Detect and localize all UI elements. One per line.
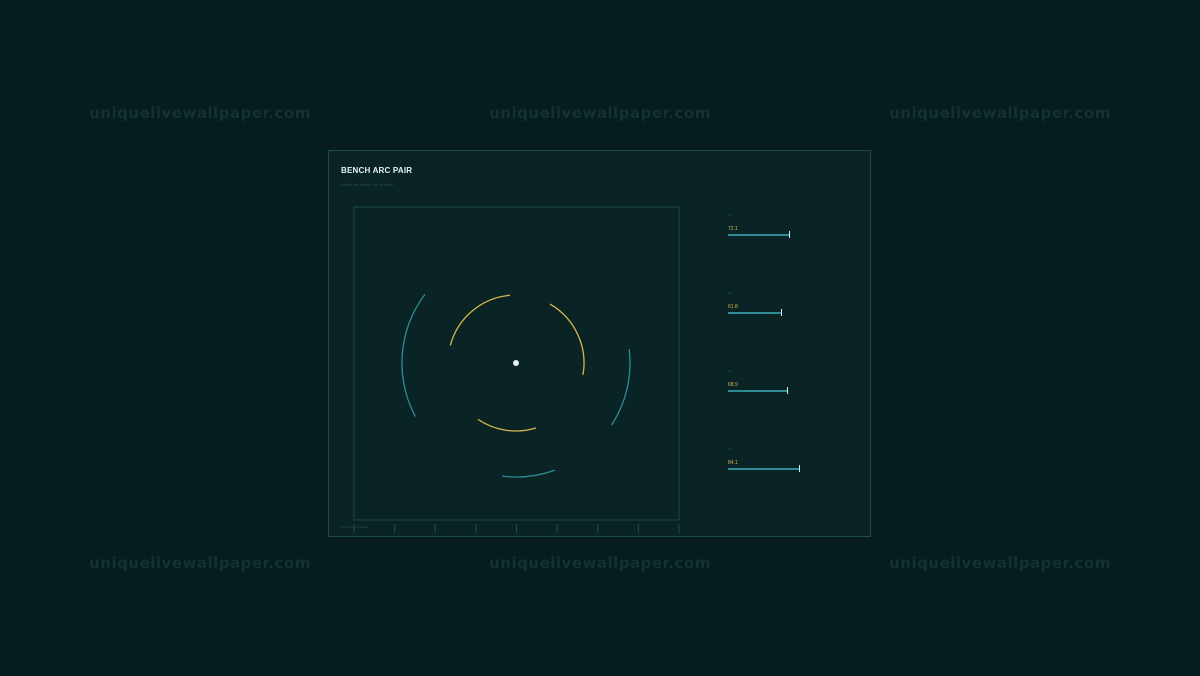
bar-fill [728, 468, 799, 470]
bar-row: A4 84.1 [728, 447, 838, 487]
bar-row: A2 61.8 [728, 291, 838, 331]
bar-label: A4 [728, 447, 732, 451]
bar-end-marker [799, 465, 800, 472]
outer-arc [401, 293, 426, 417]
center-dot [513, 360, 519, 366]
dashboard-panel: BENCH ARC PAIR paired arc layout, not to… [328, 150, 871, 537]
footer-note: source: bench notes [341, 525, 369, 529]
bar-value: 61.8 [728, 304, 738, 310]
bar-label: A1 [728, 213, 732, 217]
watermark-text: uniquelivewallpaper.com [889, 104, 1111, 122]
axis-ticks [353, 524, 680, 533]
outer-arc [502, 469, 556, 478]
wallpaper-canvas: uniquelivewallpaper.com uniquelivewallpa… [0, 0, 1200, 676]
arc-layer [401, 293, 631, 478]
watermark-text: uniquelivewallpaper.com [489, 104, 711, 122]
bar-fill [728, 390, 787, 392]
bar-row: A3 68.9 [728, 369, 838, 409]
bar-value: 72.1 [728, 226, 738, 232]
inner-arc [549, 303, 585, 375]
bar-end-marker [781, 309, 782, 316]
bar-label: A3 [728, 369, 732, 373]
watermark-text: uniquelivewallpaper.com [89, 554, 311, 572]
watermark-text: uniquelivewallpaper.com [89, 104, 311, 122]
inner-arc [449, 294, 511, 346]
outer-arc [611, 349, 631, 426]
bar-fill [728, 234, 789, 236]
bar-value: 68.9 [728, 382, 738, 388]
bar-row: A1 72.1 [728, 213, 838, 253]
bar-label: A2 [728, 291, 732, 295]
bar-fill [728, 312, 781, 314]
bar-end-marker [789, 231, 790, 238]
bar-value: 84.1 [728, 460, 738, 466]
watermark-text: uniquelivewallpaper.com [889, 554, 1111, 572]
inner-arc [477, 418, 537, 432]
bar-end-marker [787, 387, 788, 394]
watermark-text: uniquelivewallpaper.com [489, 554, 711, 572]
